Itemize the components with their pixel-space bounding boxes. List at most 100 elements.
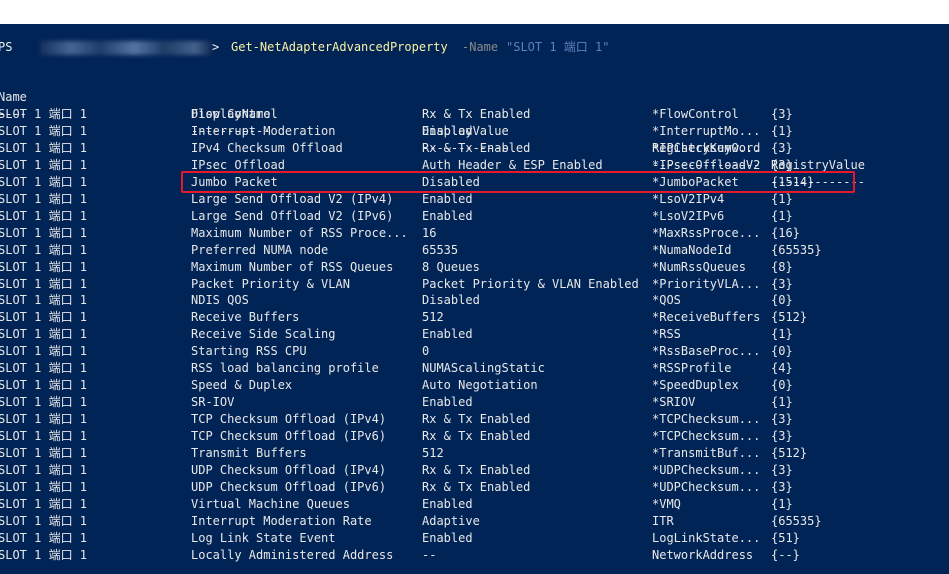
cell-registryvalue: {1}: [771, 327, 793, 342]
cell-name: SLOT 1 端口 1: [0, 496, 88, 511]
cell-registrykeyword: LogLinkState...: [652, 530, 761, 545]
cell-name: SLOT 1 端口 1: [0, 123, 88, 138]
parameter-name: -Name: [462, 40, 499, 54]
cell-registrykeyword: *IPsecOffloadV2: [652, 157, 761, 172]
cell-registrykeyword: *VMQ: [652, 496, 681, 511]
powershell-console[interactable]: PS > Get-NetAdapterAdvancedProperty -Nam…: [0, 24, 949, 574]
cell-displayvalue: Rx & Tx Enabled: [422, 429, 531, 444]
cell-registrykeyword: *RSSProfile: [652, 361, 732, 376]
table-separator-row: ---- ----------- ------------ ----------…: [0, 89, 865, 189]
cell-registryvalue: {1}: [771, 496, 793, 511]
cell-displayname: Preferred NUMA node: [191, 242, 329, 257]
cell-registryvalue: {1}: [771, 123, 793, 138]
cell-displayvalue: Enabled: [422, 327, 473, 342]
cell-name: SLOT 1 端口 1: [0, 327, 88, 342]
cell-registrykeyword: *LsoV2IPv6: [652, 208, 725, 223]
cell-name: SLOT 1 端口 1: [0, 479, 88, 494]
cell-displayname: Locally Administered Address: [191, 547, 394, 562]
cell-registrykeyword: *UDPChecksum...: [652, 479, 761, 494]
cell-displayname: Large Send Offload V2 (IPv6): [191, 208, 394, 223]
cell-registryvalue: {3}: [771, 276, 793, 291]
cell-displayname: NDIS QOS: [191, 293, 249, 308]
parameter-value: "SLOT 1 端口 1": [506, 40, 610, 54]
cell-registryvalue: {1}: [771, 191, 793, 206]
cell-displayvalue: Packet Priority & VLAN Enabled: [422, 276, 639, 291]
cell-displayname: Speed & Duplex: [191, 378, 293, 393]
prompt-ps: PS: [0, 40, 13, 54]
cell-name: SLOT 1 端口 1: [0, 547, 88, 562]
cell-registrykeyword: *ReceiveBuffers: [652, 310, 761, 325]
cell-registrykeyword: *QOS: [652, 293, 681, 308]
cell-displayvalue: 16: [422, 225, 437, 240]
cell-registrykeyword: *LsoV2IPv4: [652, 191, 725, 206]
cell-displayname: RSS load balancing profile: [191, 361, 379, 376]
cell-registrykeyword: *RSS: [652, 327, 681, 342]
cell-displayvalue: --: [422, 547, 437, 562]
cell-displayvalue: Enabled: [422, 191, 473, 206]
cell-displayvalue: Rx & Tx Enabled: [422, 479, 531, 494]
cell-name: SLOT 1 端口 1: [0, 361, 88, 376]
cell-displayvalue: Enabled: [422, 395, 473, 410]
cell-registryvalue: {8}: [771, 259, 793, 274]
cell-registryvalue: {65535}: [771, 513, 822, 528]
cell-registryvalue: {65535}: [771, 242, 822, 257]
cell-name: SLOT 1 端口 1: [0, 378, 88, 393]
cell-registryvalue: {3}: [771, 462, 793, 477]
cell-registryvalue: {3}: [771, 479, 793, 494]
cell-displayvalue: Auto Negotiation: [422, 378, 538, 393]
table-header-row: Name DisplayName DisplayValue RegistryKe…: [0, 72, 865, 172]
cell-registryvalue: {3}: [771, 429, 793, 444]
cell-registryvalue: {1}: [771, 395, 793, 410]
cell-displayname: TCP Checksum Offload (IPv4): [191, 412, 387, 427]
cell-displayname: SR-IOV: [191, 395, 235, 410]
cell-name: SLOT 1 端口 1: [0, 462, 88, 477]
cell-name: SLOT 1 端口 1: [0, 446, 88, 460]
cell-registrykeyword: *PriorityVLA...: [652, 276, 761, 291]
cell-displayvalue: Adaptive: [422, 513, 480, 528]
cell-displayvalue: Auth Header & ESP Enabled: [422, 157, 603, 172]
cell-displayvalue: Rx & Tx Enabled: [422, 140, 531, 155]
cell-registrykeyword: *SRIOV: [652, 395, 696, 410]
cell-registryvalue: {51}: [771, 530, 800, 545]
cell-name: SLOT 1 端口 1: [0, 242, 88, 257]
cell-displayvalue: 8 Queues: [422, 259, 480, 274]
cell-registryvalue: {3}: [771, 107, 793, 121]
cell-registrykeyword: *MaxRssProce...: [652, 225, 761, 240]
cell-displayname: IPv4 Checksum Offload: [191, 140, 343, 155]
cell-displayname: Log Link State Event: [191, 530, 336, 545]
cell-name: SLOT 1 端口 1: [0, 276, 88, 291]
cell-name: SLOT 1 端口 1: [0, 107, 88, 121]
cell-registryvalue: {0}: [771, 293, 793, 308]
cell-registryvalue: {1}: [771, 208, 793, 223]
cell-displayname: Large Send Offload V2 (IPv4): [191, 191, 394, 206]
cell-displayvalue: Disabled: [422, 174, 480, 189]
prompt-gt: >: [212, 40, 220, 54]
cell-registryvalue: {3}: [771, 157, 793, 172]
cell-displayname: Jumbo Packet: [191, 174, 278, 189]
cell-displayname: Starting RSS CPU: [191, 344, 307, 359]
highlight-box: [181, 171, 855, 193]
cell-displayvalue: Rx & Tx Enabled: [422, 107, 531, 121]
cell-registryvalue: {3}: [771, 140, 793, 155]
cell-name: SLOT 1 端口 1: [0, 530, 88, 545]
cell-registrykeyword: *TransmitBuf...: [652, 446, 761, 460]
cell-registryvalue: {0}: [771, 344, 793, 359]
cell-displayvalue: 512: [422, 446, 444, 460]
cell-name: SLOT 1 端口 1: [0, 140, 88, 155]
cell-displayvalue: 65535: [422, 242, 459, 257]
cell-displayname: Interrupt Moderation Rate: [191, 513, 372, 528]
cell-displayvalue: Enabled: [422, 496, 473, 511]
cell-registrykeyword: *InterruptMo...: [652, 123, 761, 138]
cell-name: SLOT 1 端口 1: [0, 310, 88, 325]
cell-displayname: Maximum Number of RSS Queues: [191, 259, 394, 274]
cell-registrykeyword: *JumboPacket: [652, 174, 739, 189]
cell-name: SLOT 1 端口 1: [0, 344, 88, 359]
cell-registryvalue: {512}: [771, 310, 808, 325]
cell-registrykeyword: *RssBaseProc...: [652, 344, 761, 359]
cell-name: SLOT 1 端口 1: [0, 513, 88, 528]
cell-registrykeyword: *TCPChecksum...: [652, 429, 761, 444]
cmdlet-name: Get-NetAdapterAdvancedProperty: [231, 40, 448, 54]
cell-name: SLOT 1 端口 1: [0, 259, 88, 274]
cell-displayvalue: Rx & Tx Enabled: [422, 462, 531, 477]
cell-displayvalue: Enabled: [422, 123, 473, 138]
